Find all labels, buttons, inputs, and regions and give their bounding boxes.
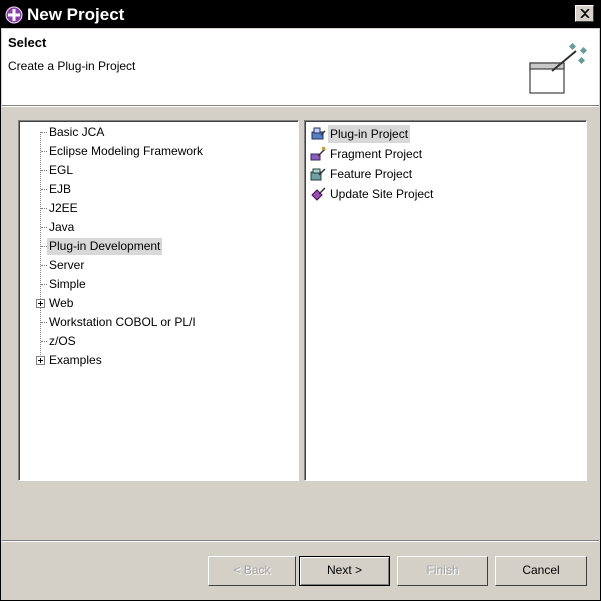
plugin-project-icon <box>310 126 326 142</box>
expand-icon[interactable] <box>36 356 45 365</box>
header-separator <box>2 106 599 107</box>
tree-item-label: Basic JCA <box>49 125 105 139</box>
tree-item[interactable]: Web <box>19 294 298 313</box>
cancel-button[interactable]: Cancel <box>495 556 587 586</box>
tree-item-label: Web <box>49 296 74 310</box>
eclipse-plugin-icon <box>5 6 23 24</box>
tree-item[interactable]: Server <box>19 256 298 275</box>
title-bar[interactable]: New Project <box>1 1 600 28</box>
new-project-dialog: New Project Select Create a Plug-in Proj… <box>0 0 601 601</box>
tree-item-label: Java <box>49 220 75 234</box>
new-wizard-icon <box>529 42 588 94</box>
tree-item-label: Examples <box>49 353 102 367</box>
project-type-label: Feature Project <box>330 167 413 181</box>
page-title: Select <box>8 35 47 50</box>
tree-item[interactable]: Plug-in Development <box>19 237 298 256</box>
back-button[interactable]: < Back <box>208 556 296 586</box>
window-title: New Project <box>27 5 125 24</box>
close-icon <box>580 9 590 18</box>
tree-item[interactable]: Examples <box>19 351 298 370</box>
tree-item-label: Eclipse Modeling Framework <box>49 144 204 158</box>
project-type-label: Plug-in Project <box>328 125 411 143</box>
tree-item-label: Plug-in Development <box>47 238 163 255</box>
tree-item-label: Server <box>49 258 85 272</box>
project-type-item[interactable]: Plug-in Project <box>308 124 568 144</box>
tree-item[interactable]: EGL <box>19 161 298 180</box>
wizard-header: Select Create a Plug-in Project <box>2 29 599 106</box>
tree-item-label: EGL <box>49 163 74 177</box>
tree-item[interactable]: Java <box>19 218 298 237</box>
fragment-project-icon <box>310 146 326 162</box>
tree-item-label: z/OS <box>49 334 76 348</box>
tree-item[interactable]: Workstation COBOL or PL/I <box>19 313 298 332</box>
expand-icon[interactable] <box>36 299 45 308</box>
tree-item-label: EJB <box>49 182 72 196</box>
next-button[interactable]: Next > <box>299 556 390 586</box>
finish-button[interactable]: Finish <box>397 556 488 586</box>
project-type-label: Update Site Project <box>330 187 434 201</box>
feature-project-icon <box>310 166 326 182</box>
project-type-label: Fragment Project <box>330 147 423 161</box>
tree-item[interactable]: Basic JCA <box>19 123 298 142</box>
update-site-project-icon <box>310 186 326 202</box>
tree-item-label: Simple <box>49 277 86 291</box>
tree-item[interactable]: EJB <box>19 180 298 199</box>
button-bar-separator <box>2 540 599 542</box>
project-type-list[interactable]: Plug-in Project Fragment Project Feature P… <box>304 120 587 481</box>
project-type-item[interactable]: Feature Project <box>308 164 568 184</box>
tree-item-label: J2EE <box>49 201 78 215</box>
page-description: Create a Plug-in Project <box>8 59 136 73</box>
category-tree[interactable]: Basic JCA Eclipse Modeling Framework EGL EJ… <box>18 120 299 481</box>
tree-item[interactable]: Simple <box>19 275 298 294</box>
close-button[interactable] <box>575 5 594 22</box>
tree-item[interactable]: J2EE <box>19 199 298 218</box>
project-type-item[interactable]: Update Site Project <box>308 184 568 204</box>
tree-item[interactable]: Eclipse Modeling Framework <box>19 142 298 161</box>
project-type-item[interactable]: Fragment Project <box>308 144 568 164</box>
tree-item-label: Workstation COBOL or PL/I <box>49 315 196 329</box>
tree-item[interactable]: z/OS <box>19 332 298 351</box>
